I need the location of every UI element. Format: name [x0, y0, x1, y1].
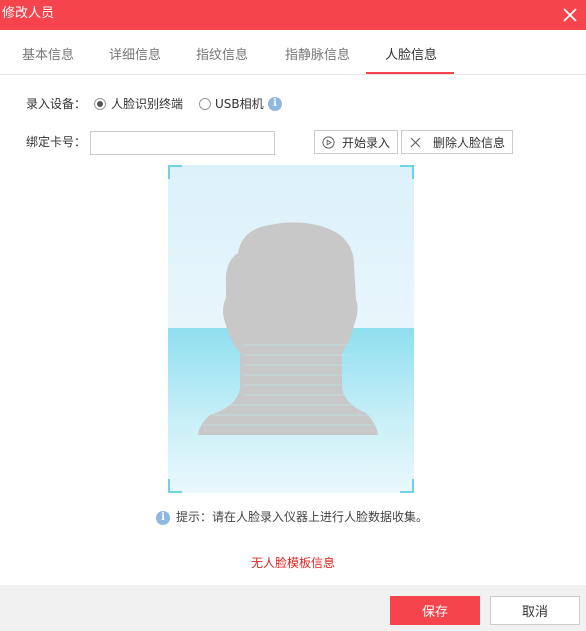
tab-face-info[interactable]: 人脸信息 — [385, 48, 437, 64]
tab-finger-vein-info[interactable]: 指静脉信息 — [285, 48, 350, 64]
no-face-template-status: 无人脸模板信息 — [250, 556, 335, 570]
hint-text: 提示：请在人脸录入仪器上进行人脸数据收集。 — [176, 510, 429, 524]
radio-face-terminal[interactable] — [94, 98, 106, 110]
active-tab-indicator — [366, 72, 454, 74]
close-icon[interactable] — [560, 5, 580, 25]
device-label: 录入设备： — [26, 97, 87, 111]
tab-basic-info[interactable]: 基本信息 — [22, 48, 74, 64]
hint-info-icon: i — [156, 510, 170, 525]
info-icon[interactable]: i — [268, 97, 282, 111]
tab-bar: 基本信息 详细信息 指纹信息 指静脉信息 人脸信息 — [0, 30, 586, 75]
tab-detail-info[interactable]: 详细信息 — [109, 48, 161, 64]
cancel-button[interactable]: 取消 — [490, 596, 580, 625]
radio-usb-camera-label[interactable]: USB相机 — [215, 96, 264, 112]
card-number-label: 绑定卡号： — [26, 135, 87, 149]
hint-row: i 提示：请在人脸录入仪器上进行人脸数据收集。 — [156, 509, 428, 525]
radio-face-terminal-label[interactable]: 人脸识别终端 — [111, 96, 183, 112]
dialog-footer: 保存 取消 — [0, 585, 586, 631]
radio-usb-camera[interactable] — [199, 98, 211, 110]
start-capture-button[interactable]: 开始录入 — [314, 130, 398, 154]
dialog-title: 修改人员 — [2, 6, 55, 21]
delete-face-label: 删除人脸信息 — [433, 136, 506, 150]
tab-fingerprint-info[interactable]: 指纹信息 — [196, 48, 248, 64]
delete-face-button[interactable]: 删除人脸信息 — [401, 130, 513, 154]
face-silhouette-image — [168, 165, 414, 493]
face-capture-preview — [168, 165, 414, 493]
play-circle-icon — [322, 136, 335, 149]
start-capture-label: 开始录入 — [342, 136, 391, 150]
x-icon — [410, 137, 421, 148]
dialog-titlebar: 修改人员 — [0, 0, 586, 30]
save-button[interactable]: 保存 — [390, 596, 480, 625]
card-number-input[interactable] — [90, 131, 275, 155]
